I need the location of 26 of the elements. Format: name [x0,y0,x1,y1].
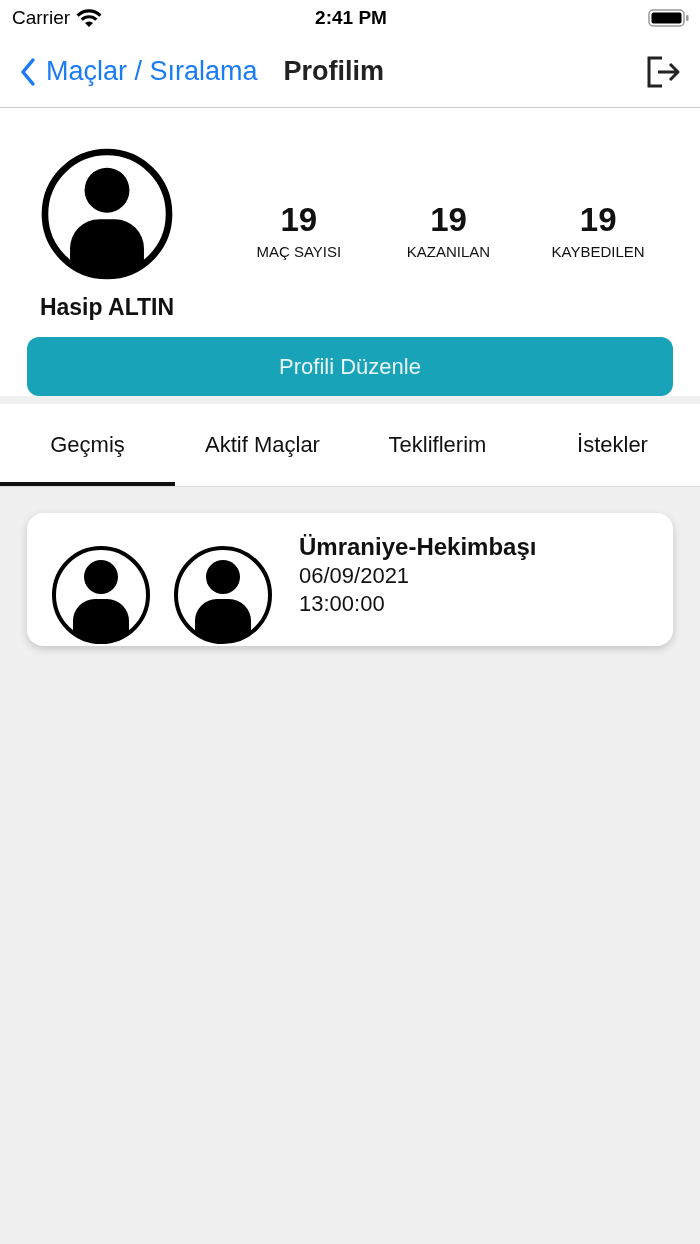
stat-value: 19 [579,201,617,239]
tab[interactable]: Geçmiş [0,404,175,486]
carrier-label: Carrier [12,7,71,29]
stat-label: KAZANILAN [406,243,491,260]
match-date: 06/09/2021 [299,563,411,589]
tab[interactable]: Tekliflerim [350,404,525,486]
stat-value: 19 [280,201,318,239]
avatar-icon [41,148,173,280]
match-card[interactable]: Ümraniye-Hekimbaşı 06/09/2021 13:00:00 [27,513,673,646]
wifi-icon [76,8,103,28]
avatar-icon [51,544,151,645]
logout-icon[interactable] [646,54,682,89]
avatar-icon [173,544,273,645]
clock-label: 2:41 PM [315,7,387,29]
chevron-icon [20,56,36,87]
stat-label: MAÇ SAYISI [256,243,342,260]
tab[interactable]: İstekler [525,404,700,486]
tab[interactable]: Aktif Maçlar [175,404,350,486]
screen-title: Profilim [283,56,386,87]
back-button[interactable]: Maçlar / Sıralama [20,56,258,87]
user-name: Hasip ALTIN [39,294,175,321]
battery-icon [648,8,690,28]
stat-value: 19 [430,201,467,239]
match-location: Ümraniye-Hekimbaşı [299,533,537,561]
stat-label: KAYBEDILEN [551,243,645,260]
match-time: 13:00:00 [299,591,386,617]
